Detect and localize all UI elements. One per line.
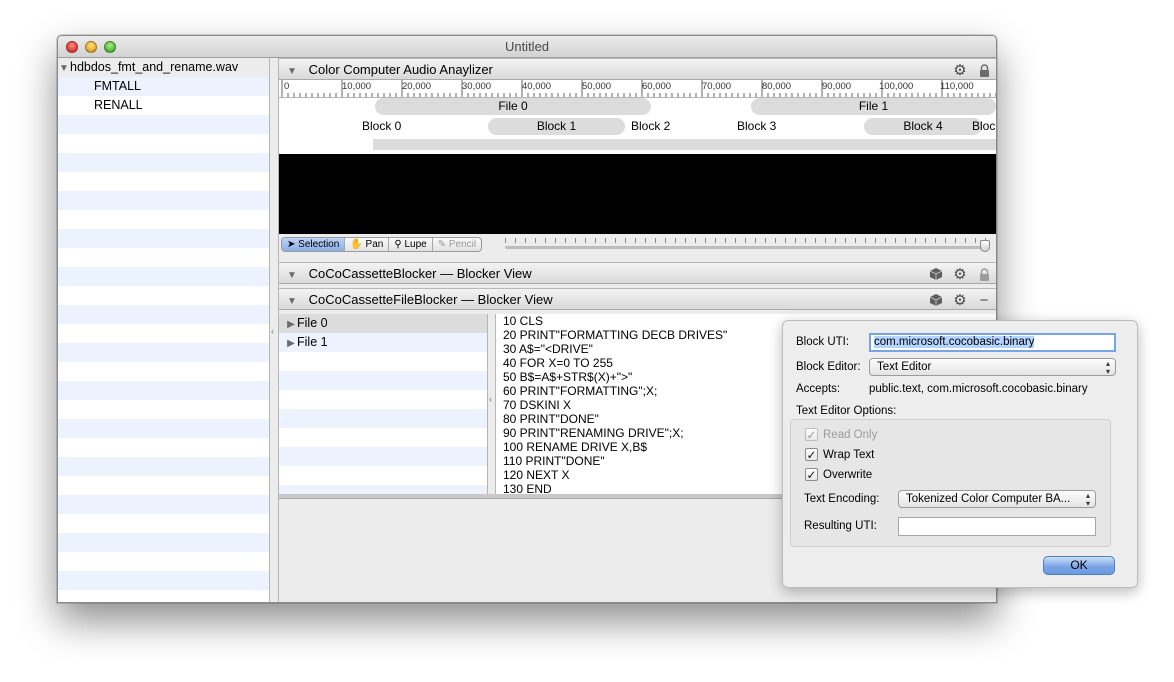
cube-icon[interactable] (928, 292, 944, 308)
sample-ruler: 0 10,000 20,000 30,000 40,000 50,000 60,… (279, 80, 996, 98)
blocker-view-title: CoCoCassetteBlocker — Blocker View (308, 266, 532, 281)
resulting-uti-field[interactable] (898, 517, 1096, 536)
file-bar-0[interactable]: File 0 (375, 98, 651, 115)
gear-icon[interactable]: ⚙ (952, 266, 968, 283)
window-title: Untitled (504, 39, 550, 54)
block-uti-label: Block UTI: (796, 336, 850, 348)
ruler-label: 100,000 (879, 81, 914, 92)
block-bar-2[interactable]: Block 2 (631, 118, 670, 135)
ruler-label: 40,000 (522, 81, 552, 92)
timeline-strip (373, 139, 996, 150)
read-only-checkbox[interactable]: ✓ Read Only (805, 427, 877, 442)
hand-icon: ✋ (350, 239, 363, 250)
block-bar-4[interactable]: Block 4 (864, 118, 982, 135)
disclosure-triangle-icon[interactable]: ▼ (58, 59, 70, 78)
analyzer-header[interactable]: ▼ Color Computer Audio Anaylizer ⚙ (279, 58, 996, 80)
tool-lupe[interactable]: ⚲ Lupe (389, 238, 433, 251)
checkmark-icon: ✓ (805, 467, 818, 482)
ruler-label: 60,000 (642, 81, 672, 92)
gear-icon[interactable]: ⚙ (952, 292, 968, 309)
checkmark-icon: ✓ (805, 427, 818, 442)
sidebar-outline[interactable]: ▼hdbdos_fmt_and_rename.wav FMTALL RENALL (58, 58, 269, 602)
file-blocker-view-header[interactable]: ▼ CoCoCassetteFileBlocker — Blocker View… (279, 288, 996, 310)
file-list-item-0[interactable]: ▶ File 0 (279, 314, 487, 333)
block-bar-3[interactable]: Block 3 (737, 118, 776, 135)
accepts-label: Accepts: (796, 383, 841, 395)
block-settings-popover: Block UTI: com.microsoft.cocobasic.binar… (782, 320, 1138, 588)
sidebar-splitter[interactable]: ‹ (269, 58, 279, 602)
accepts-value: public.text, com.microsoft.cocobasic.bin… (869, 383, 1088, 395)
slider-track (505, 246, 990, 249)
checkmark-icon: ✓ (805, 447, 818, 462)
disclosure-triangle-icon[interactable]: ▼ (285, 265, 299, 286)
file-list-splitter[interactable]: ‹ (487, 314, 496, 494)
blocker-view-header[interactable]: ▼ CoCoCassetteBlocker — Blocker View ⚙ (279, 262, 996, 284)
gear-icon[interactable]: ⚙ (952, 62, 968, 79)
overwrite-checkbox[interactable]: ✓ Overwrite (805, 467, 872, 482)
text-editor-options-box: ✓ Read Only ✓ Wrap Text ✓ Overwrite Text… (790, 419, 1111, 547)
block-bar-1[interactable]: Block 1 (488, 118, 625, 135)
ruler-label: 20,000 (402, 81, 432, 92)
lock-icon[interactable] (976, 62, 992, 78)
pencil-icon: ✎ (437, 239, 447, 250)
popup-arrows-icon: ▴ ▾ (1105, 359, 1110, 376)
minimize-window-button[interactable] (85, 41, 97, 53)
slider-knob[interactable] (980, 240, 990, 252)
block-bar-0[interactable]: Block 0 (362, 118, 401, 135)
block-editor-label: Block Editor: (796, 361, 861, 373)
cube-icon[interactable] (928, 266, 944, 282)
close-window-button[interactable] (66, 41, 78, 53)
tool-pencil[interactable]: ✎ Pencil (433, 238, 481, 251)
popup-arrows-icon: ▴ ▾ (1085, 491, 1090, 508)
block-bar-5[interactable]: Bloc (972, 118, 995, 135)
disclosure-triangle-icon[interactable]: ▶ (285, 315, 297, 334)
text-editor-options-label: Text Editor Options: (796, 405, 897, 417)
zoom-slider[interactable] (505, 238, 990, 252)
file-bar-1[interactable]: File 1 (751, 98, 996, 115)
tool-pan[interactable]: ✋ Pan (345, 238, 390, 251)
waveform-view[interactable] (279, 154, 996, 234)
text-encoding-popup[interactable]: Tokenized Color Computer BA... ▴ ▾ (898, 490, 1096, 508)
file-list[interactable]: ▶ File 0 ▶ File 1 (279, 314, 487, 494)
tool-selection[interactable]: ➤ Selection (282, 238, 346, 251)
ruler-label: 110,000 (940, 81, 974, 92)
sidebar-root-item[interactable]: ▼hdbdos_fmt_and_rename.wav (58, 58, 269, 77)
analyzer-title: Color Computer Audio Anaylizer (308, 62, 493, 77)
ruler-label: 80,000 (762, 81, 792, 92)
zoom-window-button[interactable] (104, 41, 116, 53)
disclosure-triangle-icon[interactable]: ▶ (285, 334, 297, 353)
block-editor-popup[interactable]: Text Editor ▴ ▾ (869, 358, 1116, 376)
splitter-handle-icon: ‹ (489, 394, 492, 404)
sidebar-item-renall[interactable]: RENALL (58, 96, 269, 115)
slider-ticks (505, 238, 990, 243)
arrow-cursor-icon: ➤ (287, 239, 296, 250)
splitter-handle-icon: ‹ (271, 326, 274, 336)
lock-icon[interactable] (976, 266, 992, 282)
magnifier-icon: ⚲ (394, 239, 402, 250)
ruler-label: 90,000 (822, 81, 852, 92)
ruler-label: 30,000 (462, 81, 492, 92)
block-timeline[interactable]: File 0 File 1 Block 0 Block 1 Block 2 Bl… (279, 98, 996, 154)
disclosure-triangle-icon[interactable]: ▼ (285, 61, 299, 82)
ruler-label: 10,000 (342, 81, 372, 92)
file-list-item-1[interactable]: ▶ File 1 (279, 333, 487, 352)
analyzer-toolbar: ➤ Selection ✋ Pan ⚲ Lupe ✎ Pencil (279, 234, 996, 256)
resulting-uti-label: Resulting UTI: (804, 520, 877, 532)
title-bar[interactable]: Untitled (58, 36, 996, 58)
ok-button[interactable]: OK (1043, 556, 1115, 575)
wrap-text-checkbox[interactable]: ✓ Wrap Text (805, 447, 874, 462)
ruler-label: 0 (284, 81, 290, 92)
block-uti-field[interactable]: com.microsoft.cocobasic.binary (869, 333, 1116, 352)
ruler-label: 50,000 (582, 81, 612, 92)
sidebar-item-fmtall[interactable]: FMTALL (58, 77, 269, 96)
disclosure-triangle-icon[interactable]: ▼ (285, 291, 299, 312)
file-blocker-view-title: CoCoCassetteFileBlocker — Blocker View (308, 292, 553, 307)
ruler-label: 70,000 (702, 81, 732, 92)
text-encoding-label: Text Encoding: (804, 493, 880, 505)
tool-selector[interactable]: ➤ Selection ✋ Pan ⚲ Lupe ✎ Pencil (281, 237, 483, 252)
minus-icon[interactable]: − (976, 292, 992, 309)
